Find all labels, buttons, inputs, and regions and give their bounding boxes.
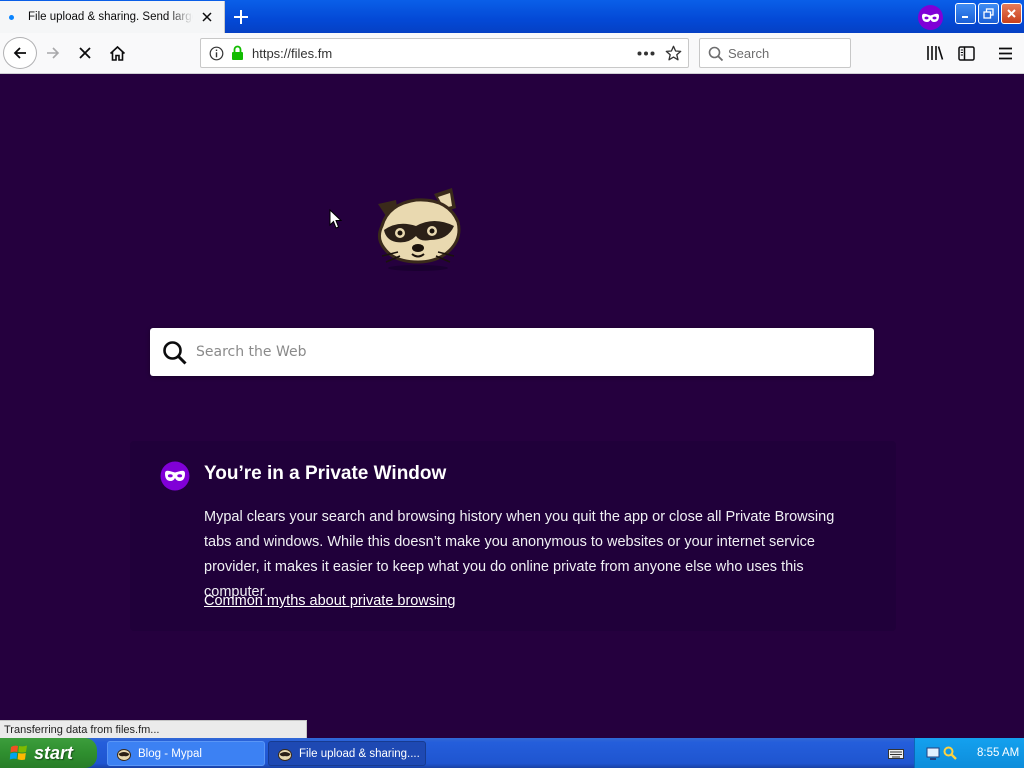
- back-button[interactable]: [3, 37, 37, 69]
- library-button[interactable]: [919, 38, 951, 68]
- tab-title: File upload & sharing. Send large files: [28, 11, 193, 23]
- tab-bar: File upload & sharing. Send large files: [0, 0, 1024, 33]
- status-bar: Transferring data from files.fm...: [0, 720, 307, 738]
- info-icon[interactable]: [209, 46, 224, 61]
- minimize-button[interactable]: [955, 3, 976, 24]
- stop-icon: [79, 47, 91, 59]
- private-window-title: You’re in a Private Window: [204, 463, 447, 484]
- private-browsing-indicator: [918, 5, 943, 30]
- web-search-input[interactable]: [196, 340, 846, 364]
- library-icon: [927, 46, 944, 60]
- navigation-toolbar: https://files.fm: [0, 33, 1024, 74]
- minimize-icon: [962, 16, 968, 18]
- restore-icon: [983, 8, 994, 19]
- search-icon: [708, 46, 724, 62]
- private-mask-icon: [922, 13, 939, 22]
- menu-icon: [998, 47, 1012, 59]
- close-icon: [1007, 9, 1016, 18]
- home-icon: [109, 45, 125, 61]
- forward-icon: [47, 47, 60, 59]
- menu-button[interactable]: [989, 38, 1021, 68]
- stop-button[interactable]: [69, 38, 101, 68]
- windows-flag-icon: [9, 745, 27, 760]
- taskbar-item-blog-mypal[interactable]: Blog - Mypal: [107, 741, 265, 766]
- network-icon[interactable]: [925, 745, 941, 761]
- mouse-cursor-icon: [329, 209, 342, 229]
- search-bar[interactable]: [699, 38, 851, 68]
- search-tray-icon[interactable]: [943, 746, 957, 760]
- search-input[interactable]: [728, 44, 846, 62]
- keyboard-icon[interactable]: [888, 749, 904, 759]
- clock: 8:55 AM: [977, 747, 1020, 759]
- tab-files-fm[interactable]: File upload & sharing. Send large files: [0, 1, 225, 33]
- search-icon: [163, 341, 187, 365]
- raccoon-logo: [377, 188, 461, 271]
- new-tab-icon[interactable]: [230, 6, 252, 28]
- lock-icon[interactable]: [231, 45, 244, 61]
- mypal-app-icon: [278, 748, 292, 761]
- address-bar[interactable]: https://files.fm: [200, 38, 689, 68]
- close-window-button[interactable]: [1001, 3, 1022, 24]
- web-search-box[interactable]: [150, 328, 874, 376]
- private-window-info-card: You’re in a Private Window Mypal clears …: [130, 441, 896, 631]
- taskbar-item-files-fm[interactable]: File upload & sharing....: [268, 741, 426, 766]
- restore-button[interactable]: [978, 3, 999, 24]
- back-icon: [13, 47, 26, 59]
- sidebar-icon: [957, 45, 975, 61]
- start-label: start: [34, 742, 74, 763]
- mypal-app-icon: [117, 748, 131, 761]
- taskbar: start Blog - Mypal File upload & sharing…: [0, 738, 1024, 768]
- taskbar-item-label: File upload & sharing....: [299, 747, 420, 760]
- private-window-description: Mypal clears your search and browsing hi…: [204, 509, 835, 600]
- star-icon[interactable]: [665, 45, 682, 62]
- private-browsing-page: You’re in a Private Window Mypal clears …: [0, 74, 1024, 720]
- sidebar-button[interactable]: [950, 38, 982, 68]
- private-browsing-myths-link[interactable]: Common myths about private browsing: [204, 593, 455, 609]
- tab-close-icon[interactable]: [200, 10, 214, 24]
- more-icon[interactable]: [637, 51, 655, 56]
- private-mask-icon: [160, 461, 190, 491]
- taskbar-item-label: Blog - Mypal: [138, 747, 202, 760]
- home-button[interactable]: [101, 38, 133, 68]
- start-button[interactable]: start: [0, 738, 97, 768]
- system-tray: 8:55 AM: [914, 738, 1024, 768]
- url-text[interactable]: https://files.fm: [252, 46, 332, 61]
- forward-button[interactable]: [37, 38, 69, 68]
- tab-loading-indicator: [9, 14, 14, 20]
